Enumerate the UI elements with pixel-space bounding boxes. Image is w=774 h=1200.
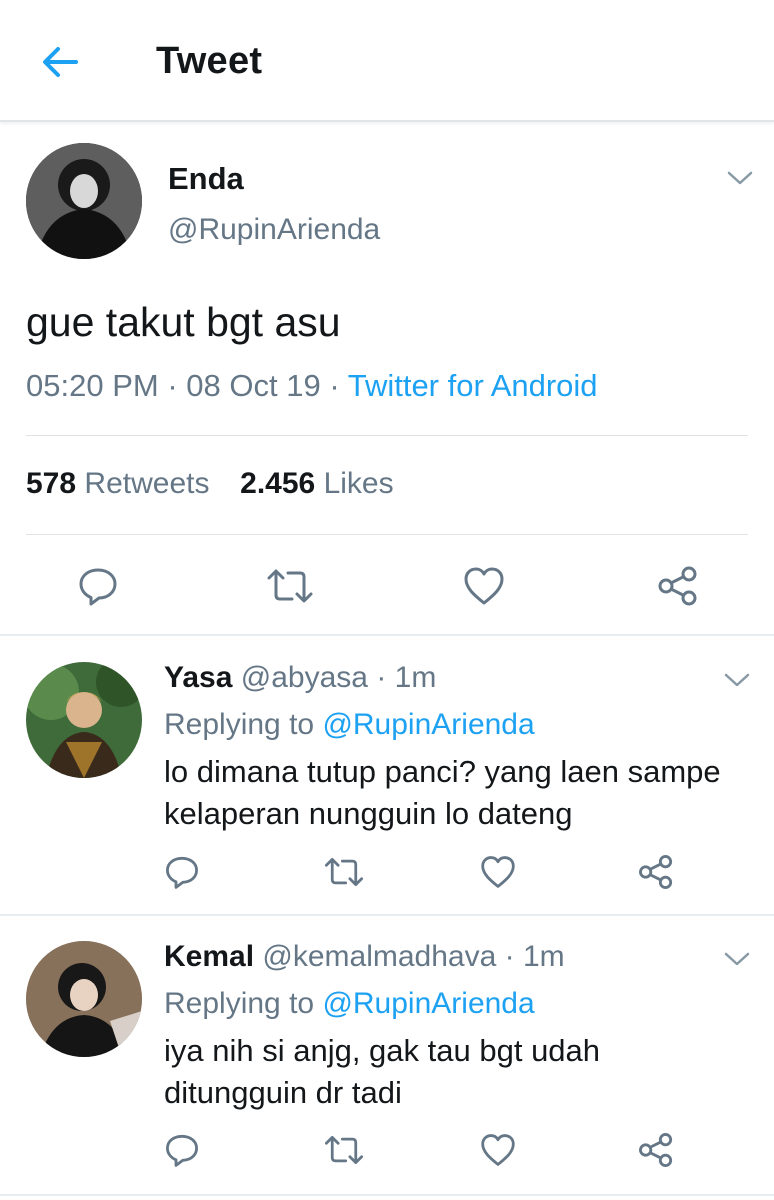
reply-author-handle[interactable]: @abyasa (241, 661, 368, 694)
tweet-date: 08 Oct 19 (186, 368, 321, 403)
divider (26, 435, 748, 436)
retweet-icon (267, 569, 313, 603)
retweet-button[interactable] (264, 562, 316, 610)
chevron-down-icon[interactable] (725, 168, 755, 188)
retweets-stat[interactable]: 578 Retweets (26, 467, 218, 500)
like-icon (464, 567, 504, 605)
reply-time: · 1m (504, 940, 565, 973)
retweets-label: Retweets (84, 467, 210, 500)
author-handle[interactable]: @RupinArienda (168, 213, 380, 247)
likes-stat[interactable]: 2.456 Likes (240, 467, 393, 500)
share-button[interactable] (654, 562, 702, 610)
retweet-icon (324, 858, 364, 886)
reply-text-line: lo dimana tutup panci? yang laen sampe (164, 754, 721, 789)
author-name[interactable]: Enda (168, 161, 244, 197)
reply-author-name[interactable]: Yasa (164, 661, 232, 694)
meta-separator: · (167, 368, 178, 403)
replying-to-handle[interactable]: @RupinArienda (322, 708, 534, 741)
back-button[interactable] (38, 40, 82, 84)
page-title: Tweet (156, 40, 263, 82)
retweet-icon (324, 1136, 364, 1164)
share-icon (639, 1133, 673, 1167)
likes-label: Likes (323, 467, 394, 500)
reply-button[interactable] (160, 1128, 204, 1172)
avatar[interactable] (26, 662, 142, 778)
replying-to-line: Replying to @RupinArienda (164, 708, 535, 742)
avatar[interactable] (26, 941, 142, 1057)
avatar[interactable] (26, 143, 142, 259)
reply-button[interactable] (160, 850, 204, 894)
share-icon (658, 566, 697, 606)
reply-icon (79, 568, 117, 606)
retweet-button[interactable] (320, 850, 368, 894)
section-divider (0, 1194, 774, 1196)
replying-to-handle[interactable]: @RupinArienda (322, 987, 534, 1020)
reply-button[interactable] (74, 562, 122, 610)
top-bar: Tweet (0, 0, 774, 122)
avatar-image (26, 143, 142, 259)
engagement-stats: 578 Retweets 2.456 Likes (26, 467, 394, 501)
tweet-meta: 05:20 PM · 08 Oct 19 · Twitter for Andro… (26, 368, 598, 404)
reply-text-line: kelaperan nungguin lo dateng (164, 796, 573, 831)
reply-text-line: iya nih si anjg, gak tau bgt udah (164, 1033, 601, 1068)
reply-text-line: ditungguin dr tadi (164, 1075, 402, 1110)
reply-header: Kemal @kemalmadhava · 1m (164, 940, 565, 974)
retweet-button[interactable] (320, 1128, 368, 1172)
chevron-down-icon[interactable] (722, 670, 752, 690)
share-icon (639, 855, 673, 889)
share-button[interactable] (634, 1128, 678, 1172)
retweets-count: 578 (26, 467, 77, 500)
reply-author-name[interactable]: Kemal (164, 940, 254, 973)
reply-time: · 1m (376, 661, 437, 694)
like-icon (481, 1134, 515, 1166)
like-icon (481, 856, 515, 888)
tweet-time: 05:20 PM (26, 368, 159, 403)
reply-icon (166, 1134, 198, 1167)
reply-header: Yasa @abyasa · 1m (164, 661, 436, 695)
likes-count: 2.456 (240, 467, 316, 500)
avatar-image (26, 662, 142, 778)
replying-to-label: Replying to (164, 708, 315, 741)
like-button[interactable] (476, 850, 520, 894)
chevron-down-icon[interactable] (722, 949, 752, 969)
divider (26, 534, 748, 535)
meta-separator: · (329, 368, 340, 403)
section-divider (0, 634, 774, 636)
reply-author-handle[interactable]: @kemalmadhava (262, 940, 496, 973)
replying-to-label: Replying to (164, 987, 315, 1020)
like-button[interactable] (460, 562, 508, 610)
arrow-left-icon (43, 47, 78, 77)
replying-to-line: Replying to @RupinArienda (164, 987, 535, 1021)
tweet-source-link[interactable]: Twitter for Android (348, 368, 598, 403)
section-divider (0, 914, 774, 916)
like-button[interactable] (476, 1128, 520, 1172)
avatar-image (26, 941, 142, 1057)
share-button[interactable] (634, 850, 678, 894)
reply-icon (166, 856, 198, 889)
tweet-text: gue takut bgt asu (26, 299, 341, 345)
